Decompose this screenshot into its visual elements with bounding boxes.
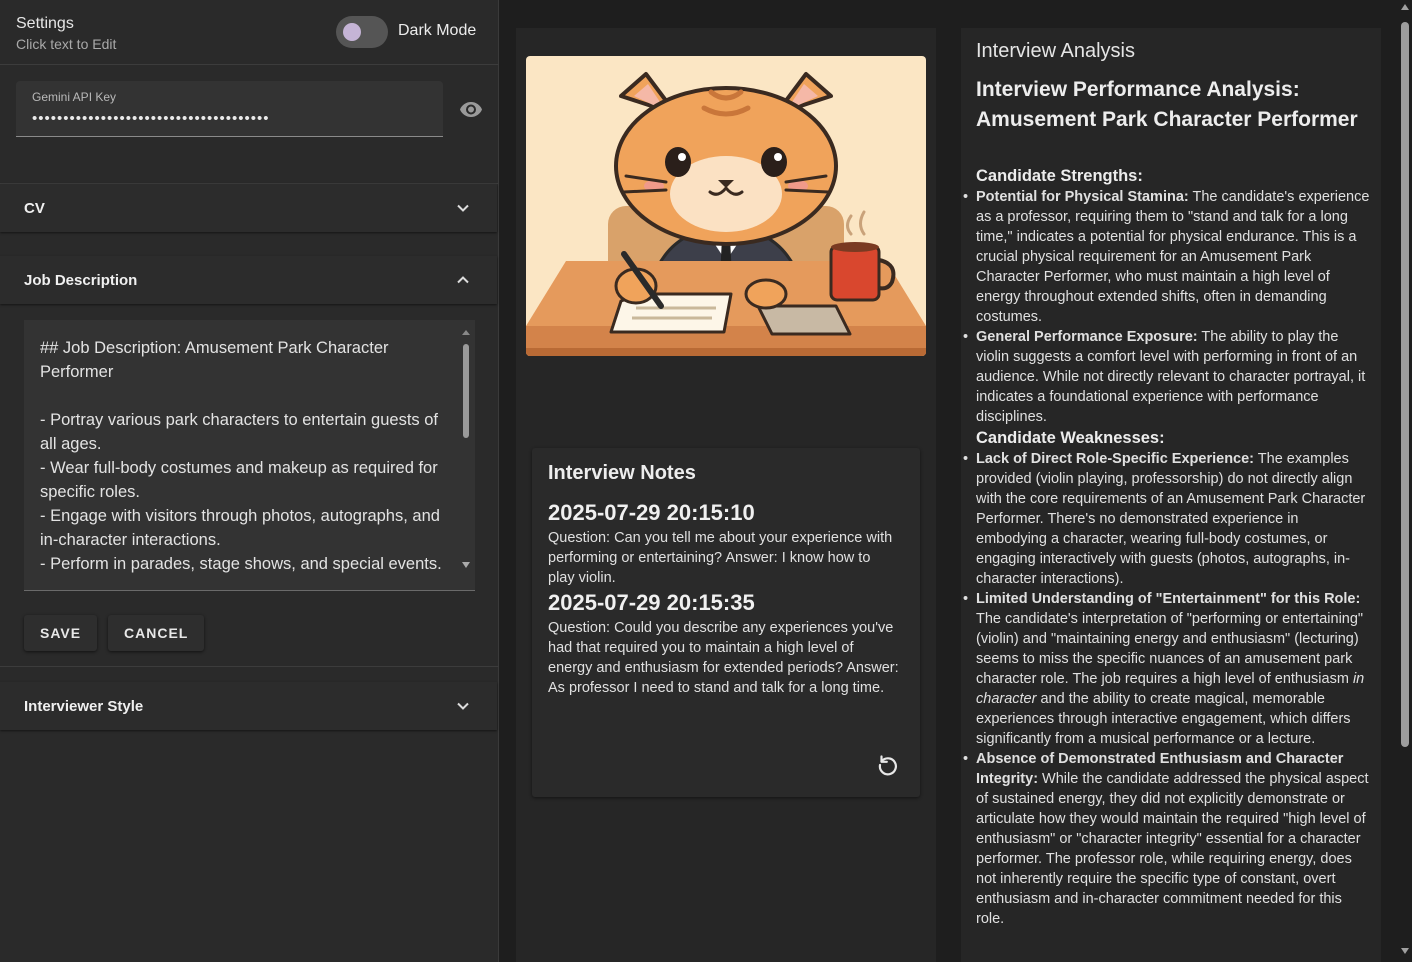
textarea-scrollbar[interactable] [460, 330, 472, 586]
strengths-heading: Candidate Strengths: [976, 167, 1143, 185]
note-text: Question: Could you describe any experie… [548, 620, 899, 696]
api-key-value[interactable]: •••••••••••••••••••••••••••••••••••••• [32, 110, 270, 127]
api-key-label: Gemini API Key [32, 90, 117, 104]
note-timestamp: 2025-07-29 20:15:35 [548, 590, 755, 615]
strengths-list: Potential for Physical Stamina: The cand… [963, 187, 1371, 427]
scroll-down-arrow-icon[interactable] [1401, 948, 1409, 954]
list-item: Lack of Direct Role-Specific Experience:… [963, 449, 1371, 589]
cancel-button[interactable]: CANCEL [108, 615, 205, 651]
dark-mode-label: Dark Mode [398, 22, 477, 39]
list-item: Potential for Physical Stamina: The cand… [963, 187, 1371, 327]
item-title: Potential for Physical Stamina: [976, 189, 1189, 205]
scroll-down-arrow-icon[interactable] [462, 562, 470, 568]
item-title: Limited Understanding of "Entertainment"… [976, 591, 1361, 607]
note-timestamp: 2025-07-29 20:15:10 [548, 500, 755, 525]
analysis-panel-title: Interview Analysis [976, 40, 1135, 62]
chevron-down-icon [457, 204, 469, 212]
weaknesses-heading: Candidate Weaknesses: [976, 429, 1165, 447]
page-scroll-thumb[interactable] [1401, 22, 1409, 747]
weaknesses-list: Lack of Direct Role-Specific Experience:… [963, 449, 1371, 929]
analysis-heading: Interview Performance Analysis: Amusemen… [976, 78, 1358, 131]
analysis-column: Interview Analysis Interview Performance… [961, 28, 1381, 962]
header-divider [0, 64, 499, 65]
settings-panel: Settings Click text to Edit Dark Mode Ge… [0, 0, 499, 962]
item-text: The examples provided (violin playing, p… [976, 451, 1366, 587]
settings-title[interactable]: Settings [16, 14, 116, 34]
eye-icon[interactable] [458, 97, 484, 121]
accordion-job-description-title: Job Description [24, 272, 138, 289]
list-item: Absence of Demonstrated Enthusiasm and C… [963, 749, 1371, 929]
notes-title: Interview Notes [548, 462, 696, 484]
api-key-field[interactable]: Gemini API Key •••••••••••••••••••••••••… [16, 81, 443, 137]
accordion-job-description[interactable]: Job Description [0, 256, 497, 304]
dark-mode-toggle[interactable] [336, 16, 388, 48]
list-item: Limited Understanding of "Entertainment"… [963, 589, 1371, 749]
scroll-up-arrow-icon[interactable] [1401, 4, 1409, 10]
item-text: The candidate's interpretation of "perfo… [976, 611, 1364, 687]
settings-header: Settings Click text to Edit [16, 14, 116, 54]
job-description-text[interactable]: ## Job Description: Amusement Park Chara… [40, 336, 445, 576]
analysis-body: Candidate Strengths: Potential for Physi… [963, 165, 1371, 929]
page-scrollbar[interactable] [1398, 0, 1412, 962]
note-text: Question: Can you tell me about your exp… [548, 530, 893, 586]
refresh-icon[interactable] [876, 753, 900, 777]
accordion-cv[interactable]: CV [0, 184, 497, 232]
cat-interviewer-illustration [526, 56, 926, 356]
item-title: General Performance Exposure: [976, 329, 1198, 345]
item-text: While the candidate addressed the physic… [976, 771, 1369, 927]
item-title: Lack of Direct Role-Specific Experience: [976, 451, 1255, 467]
section-divider [0, 666, 499, 667]
toggle-knob [343, 23, 361, 41]
chevron-up-icon [457, 276, 469, 284]
save-button[interactable]: SAVE [24, 615, 98, 651]
list-item: General Performance Exposure: The abilit… [963, 327, 1371, 427]
chevron-down-icon [457, 702, 469, 710]
accordion-cv-title: CV [24, 200, 45, 217]
job-description-textarea[interactable]: ## Job Description: Amusement Park Chara… [24, 320, 475, 591]
textarea-scroll-thumb[interactable] [463, 344, 469, 438]
accordion-interviewer-style-title: Interviewer Style [24, 698, 144, 715]
accordion-interviewer-style[interactable]: Interviewer Style [0, 682, 497, 730]
item-text: The candidate's experience as a professo… [976, 189, 1370, 325]
interview-notes-card: Interview Notes 2025-07-29 20:15:10 Ques… [532, 448, 920, 797]
settings-subtitle: Click text to Edit [16, 36, 117, 52]
scroll-up-arrow-icon[interactable] [462, 330, 470, 335]
